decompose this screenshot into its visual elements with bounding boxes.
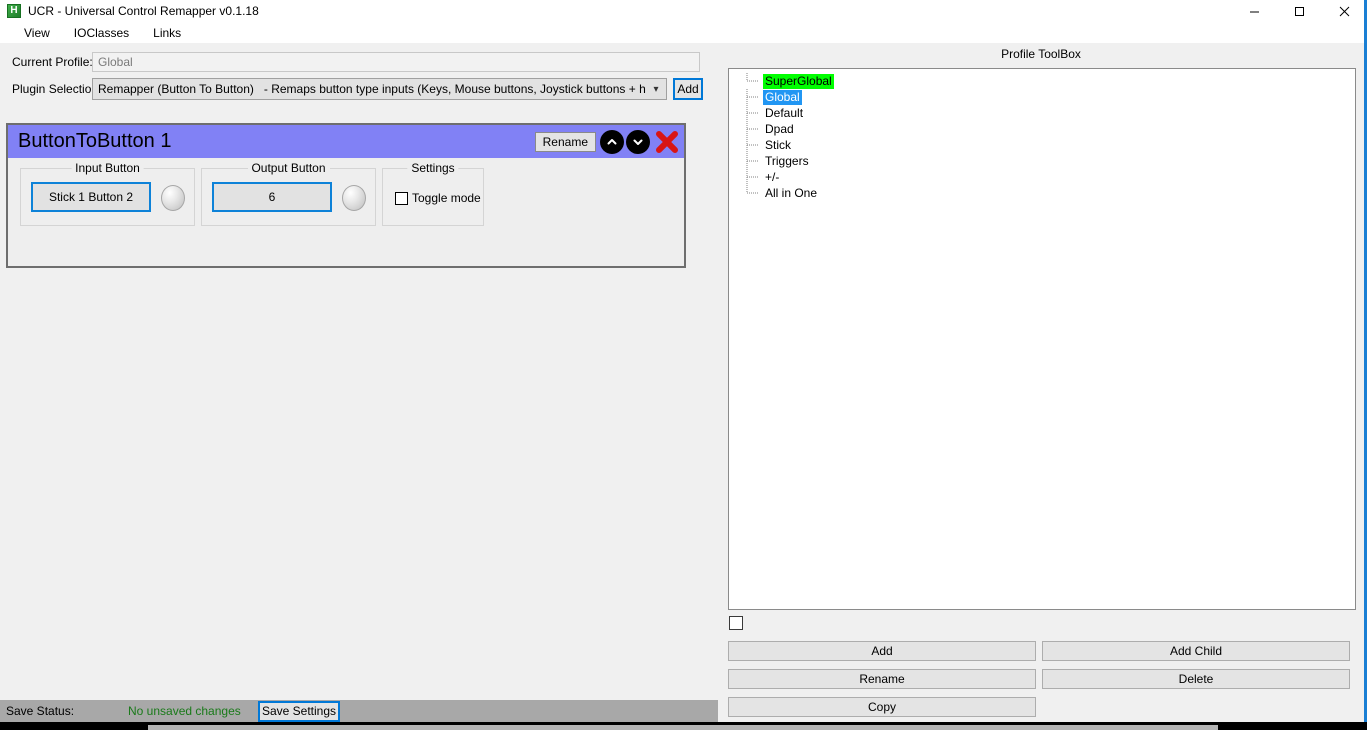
input-button-binding[interactable]: Stick 1 Button 2 bbox=[31, 182, 151, 212]
plugin-selection-desc: - Remaps button type inputs (Keys, Mouse… bbox=[263, 82, 646, 96]
menu-item-links[interactable]: Links bbox=[145, 24, 189, 42]
plugin-header: ButtonToButton 1 Rename bbox=[8, 125, 684, 158]
chevron-down-icon[interactable] bbox=[626, 129, 650, 154]
main-window: H UCR - Universal Control Remapper v0.1.… bbox=[0, 0, 1367, 722]
tree-item-label: Stick bbox=[765, 137, 792, 152]
tree-item-label: SuperGlobal bbox=[763, 73, 834, 89]
chevron-down-icon: ▾ bbox=[653, 83, 659, 95]
toolbox-copy-button[interactable]: Copy bbox=[728, 697, 1036, 717]
save-status-value: No unsaved changes bbox=[128, 704, 241, 718]
current-profile-row: Current Profile: Global bbox=[0, 51, 700, 73]
close-icon[interactable] bbox=[1322, 0, 1364, 22]
save-status-label: Save Status: bbox=[6, 704, 75, 718]
app-icon-h: H bbox=[7, 4, 21, 18]
current-profile-label: Current Profile: bbox=[12, 55, 93, 69]
close-x-icon[interactable] bbox=[654, 129, 680, 155]
chevron-up-icon[interactable] bbox=[600, 129, 624, 154]
tree-item-label: All in One bbox=[765, 185, 818, 200]
toolbox-delete-button[interactable]: Delete bbox=[1042, 669, 1350, 689]
add-plugin-button[interactable]: Add bbox=[673, 78, 703, 100]
tree-item-triggers[interactable]: Triggers bbox=[729, 153, 1355, 169]
title-bar: H UCR - Universal Control Remapper v0.1.… bbox=[0, 0, 1364, 22]
tree-item-label: +/- bbox=[765, 169, 780, 184]
tree-item-superglobal[interactable]: SuperGlobal bbox=[729, 73, 1355, 89]
input-button-led bbox=[161, 185, 185, 211]
toolbox-add-button[interactable]: Add bbox=[728, 641, 1036, 661]
settings-group: Settings Toggle mode bbox=[382, 161, 484, 226]
plugin-selection-row: Plugin Selection: Remapper (Button To Bu… bbox=[0, 78, 703, 100]
desktop-strip-highlight bbox=[148, 725, 1218, 730]
profile-tree[interactable]: SuperGlobal Global Default Dpad Stick Tr bbox=[728, 68, 1356, 610]
tree-item-global[interactable]: Global bbox=[729, 89, 1355, 105]
maximize-icon[interactable] bbox=[1277, 0, 1322, 22]
menu-item-view[interactable]: View bbox=[16, 24, 58, 42]
toolbox-add-child-button[interactable]: Add Child bbox=[1042, 641, 1350, 661]
status-bar: Save Status: No unsaved changes Save Set… bbox=[0, 700, 718, 722]
save-settings-button[interactable]: Save Settings bbox=[258, 700, 340, 722]
left-pane: Current Profile: Global Plugin Selection… bbox=[0, 43, 718, 700]
output-button-binding[interactable]: 6 bbox=[212, 182, 332, 212]
tree-item-default[interactable]: Default bbox=[729, 105, 1355, 121]
current-profile-field[interactable]: Global bbox=[92, 52, 700, 72]
input-button-group: Input Button Stick 1 Button 2 bbox=[20, 161, 195, 226]
menu-item-ioclasses[interactable]: IOClasses bbox=[66, 24, 137, 42]
tree-item-label: Triggers bbox=[765, 153, 809, 168]
window-controls bbox=[1232, 0, 1364, 22]
plugin-title: ButtonToButton 1 bbox=[18, 130, 172, 152]
toolbox-checkbox[interactable] bbox=[729, 616, 743, 630]
plugin-selection-dropdown[interactable]: Remapper (Button To Button) - Remaps but… bbox=[92, 78, 667, 100]
tree-item-dpad[interactable]: Dpad bbox=[729, 121, 1355, 137]
tree-item-label: Default bbox=[765, 105, 804, 120]
desktop-strip bbox=[0, 722, 1367, 730]
profile-toolbox-title: Profile ToolBox bbox=[1001, 47, 1081, 61]
tree-item-label: Dpad bbox=[765, 121, 794, 136]
toggle-mode-label: Toggle mode bbox=[412, 191, 481, 205]
plugin-selection-value: Remapper (Button To Button) - Remaps but… bbox=[93, 82, 646, 96]
menu-bar: View IOClasses Links bbox=[0, 22, 1364, 43]
output-button-group: Output Button 6 bbox=[201, 161, 376, 226]
tree-item-stick[interactable]: Stick bbox=[729, 137, 1355, 153]
plugin-rename-button[interactable]: Rename bbox=[534, 131, 596, 152]
toggle-mode-row[interactable]: Toggle mode bbox=[395, 191, 481, 205]
output-button-led bbox=[342, 185, 366, 211]
output-button-group-label: Output Button bbox=[247, 161, 330, 175]
profile-toolbox-pane: Profile ToolBox SuperGlobal Global Defau… bbox=[718, 43, 1364, 722]
toolbox-rename-button[interactable]: Rename bbox=[728, 669, 1036, 689]
plugin-selection-name: Remapper (Button To Button) bbox=[98, 82, 254, 96]
tree-item-plusminus[interactable]: +/- bbox=[729, 169, 1355, 185]
tree-item-all-in-one[interactable]: All in One bbox=[729, 185, 1355, 201]
settings-group-label: Settings bbox=[407, 161, 459, 175]
input-button-group-label: Input Button bbox=[71, 161, 144, 175]
plugin-header-controls: Rename bbox=[534, 125, 680, 158]
toggle-mode-checkbox[interactable] bbox=[395, 191, 408, 205]
minimize-icon[interactable] bbox=[1232, 0, 1277, 22]
tree-item-label: Global bbox=[763, 89, 802, 105]
plugin-panel: ButtonToButton 1 Rename Input Button Sti… bbox=[6, 123, 686, 268]
window-title: UCR - Universal Control Remapper v0.1.18 bbox=[28, 4, 259, 18]
plugin-selection-label: Plugin Selection: bbox=[12, 82, 102, 96]
plugin-body: Input Button Stick 1 Button 2 Output But… bbox=[8, 158, 684, 266]
